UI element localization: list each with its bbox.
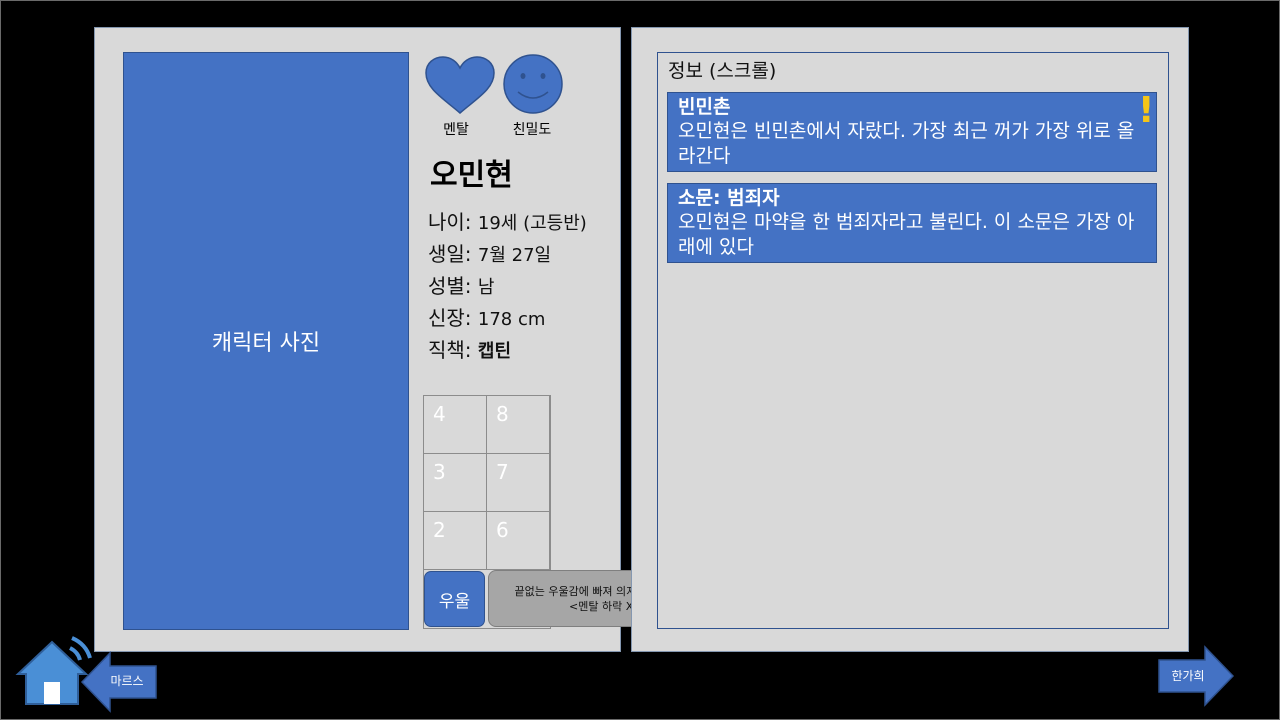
attr-gender: 성별: 남 bbox=[428, 270, 494, 299]
attr-birthday-key: 생일: bbox=[428, 242, 478, 266]
warning-icon: ! bbox=[1138, 90, 1155, 131]
attr-height-value: 178 cm bbox=[477, 309, 546, 330]
attr-role-key: 직책: bbox=[428, 338, 478, 362]
attr-birthday-value: 7월 27일 bbox=[477, 245, 552, 266]
info-card-body: 오민현은 마약을 한 범죄자라고 불린다. 이 소문은 가장 아래에 있다 bbox=[678, 211, 1135, 258]
info-card-body: 오민현은 빈민촌에서 자랐다. 가장 최근 꺼가 가장 위로 올라간다 bbox=[678, 120, 1135, 167]
attr-age: 나이: 19세 (고등반) bbox=[428, 206, 587, 235]
intimacy-label: 친밀도 bbox=[512, 122, 552, 138]
attr-height-key: 신장: bbox=[428, 306, 478, 330]
next-character-label[interactable]: 한가희 bbox=[1163, 667, 1213, 684]
attr-gender-value: 남 bbox=[477, 277, 495, 298]
grid-cell[interactable]: 6 bbox=[487, 512, 550, 570]
attr-role: 직책: 캡틴 bbox=[428, 334, 511, 363]
character-photo-label: 캐릭터 사진 bbox=[211, 331, 321, 356]
attr-height: 신장: 178 cm bbox=[428, 302, 545, 331]
heart-icon[interactable] bbox=[424, 55, 496, 117]
info-card-title: 빈민촌 bbox=[678, 96, 731, 118]
depress-button-label: 우울 bbox=[438, 591, 471, 612]
grid-cell[interactable]: 2 bbox=[424, 512, 487, 570]
info-card[interactable]: 소문: 범죄자 오민현은 마약을 한 범죄자라고 불린다. 이 소문은 가장 아… bbox=[667, 183, 1157, 263]
attr-birthday: 생일: 7월 27일 bbox=[428, 238, 551, 267]
prev-character-label[interactable]: 마르스 bbox=[104, 672, 150, 689]
info-title: 정보 (스크롤) bbox=[668, 60, 777, 82]
attr-gender-key: 성별: bbox=[428, 274, 478, 298]
grid-cell[interactable]: 8 bbox=[487, 396, 550, 454]
smiley-icon[interactable] bbox=[501, 54, 565, 114]
grid-cell[interactable]: 3 bbox=[424, 454, 487, 512]
character-photo: 캐릭터 사진 bbox=[123, 52, 409, 630]
grid-cell[interactable]: 4 bbox=[424, 396, 487, 454]
attr-age-value: 19세 (고등반) bbox=[477, 213, 587, 234]
attr-role-value: 캡틴 bbox=[477, 341, 512, 362]
character-name: 오민현 bbox=[430, 158, 513, 193]
grid-cell[interactable]: 7 bbox=[487, 454, 550, 512]
depress-button[interactable]: 우울 bbox=[424, 571, 485, 627]
attr-age-key: 나이: bbox=[428, 210, 478, 234]
info-card[interactable]: 빈민촌 오민현은 빈민촌에서 자랐다. 가장 최근 꺼가 가장 위로 올라간다 bbox=[667, 92, 1157, 172]
mental-label: 멘탈 bbox=[443, 122, 469, 138]
info-card-title: 소문: 범죄자 bbox=[678, 187, 780, 209]
